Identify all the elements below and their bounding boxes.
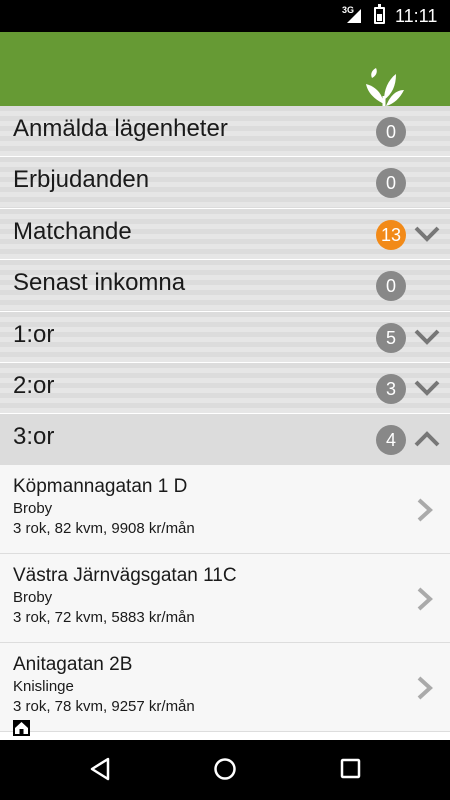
listing-area: Broby [13, 500, 53, 517]
count-badge: 0 [376, 168, 406, 199]
menu-row-2or[interactable]: 2:or 3 [0, 362, 450, 415]
count-badge: 0 [376, 117, 406, 147]
chevron-right-icon [417, 498, 433, 522]
menu-label: 1:or [13, 320, 55, 348]
listing-info: 3 rok, 78 kvm, 9257 kr/mån [13, 698, 195, 715]
listing-address: Köpmannagatan 1 D [13, 476, 188, 497]
chevron-down-icon [414, 380, 440, 396]
clock: 11:11 [395, 6, 438, 26]
count-badge: 3 [376, 373, 406, 404]
menu-row-erbjudanden[interactable]: Erbjudanden 0 [0, 157, 450, 209]
signal-icon [347, 9, 361, 23]
menu-label: Erbjudanden [13, 166, 150, 194]
chevron-up-icon [414, 431, 440, 447]
menu-label: Senast inkomna [13, 269, 186, 297]
chevron-down-icon [414, 329, 440, 345]
listing-area: Broby [13, 589, 53, 606]
menu-label: 3:or [13, 423, 55, 451]
listing-list: Köpmannagatan 1 D Broby 3 rok, 82 kvm, 9… [0, 465, 450, 736]
listing-area: Knislinge [13, 678, 74, 695]
menu-row-3or[interactable]: 3:or 4 [0, 414, 450, 466]
home-icon[interactable] [213, 756, 237, 782]
chevron-down-icon [414, 226, 440, 242]
listing-item[interactable]: Västra Järnvägsgatan 11C Broby 3 rok, 72… [0, 554, 450, 643]
menu-row-matchande[interactable]: Matchande 13 [0, 208, 450, 261]
battery-icon [374, 4, 385, 24]
navigation-bar [0, 740, 450, 800]
menu-label: 2:or [13, 371, 55, 399]
menu-row-senast[interactable]: Senast inkomna 0 [0, 260, 450, 312]
count-badge: 13 [376, 219, 406, 250]
listing-address: Anitagatan 2B [13, 654, 133, 675]
listing-item[interactable]: Köpmannagatan 1 D Broby 3 rok, 82 kvm, 9… [0, 465, 450, 554]
chevron-right-icon [417, 587, 433, 611]
listing-address: Västra Järnvägsgatan 11C [13, 565, 237, 586]
count-badge: 5 [376, 322, 406, 353]
count-badge: 0 [376, 271, 406, 302]
house-icon [13, 720, 30, 736]
menu-label: Matchande [13, 217, 132, 245]
menu-row-anmalda[interactable]: Anmälda lägenheter 0 [0, 106, 450, 158]
menu-label: Anmälda lägenheter [13, 115, 228, 142]
status-bar: 3G 11:11 [0, 0, 450, 32]
back-icon[interactable] [88, 756, 112, 782]
listing-item[interactable]: Anitagatan 2B Knislinge 3 rok, 78 kvm, 9… [0, 643, 450, 736]
count-badge: 4 [376, 425, 406, 456]
listing-info: 3 rok, 82 kvm, 9908 kr/mån [13, 520, 195, 537]
menu-row-1or[interactable]: 1:or 5 [0, 311, 450, 363]
chevron-right-icon [417, 676, 433, 700]
category-menu: Anmälda lägenheter 0 Erbjudanden 0 Match… [0, 106, 450, 466]
app-bar [0, 32, 450, 134]
listing-info: 3 rok, 72 kvm, 5883 kr/mån [13, 609, 195, 626]
recents-icon[interactable] [339, 756, 363, 782]
